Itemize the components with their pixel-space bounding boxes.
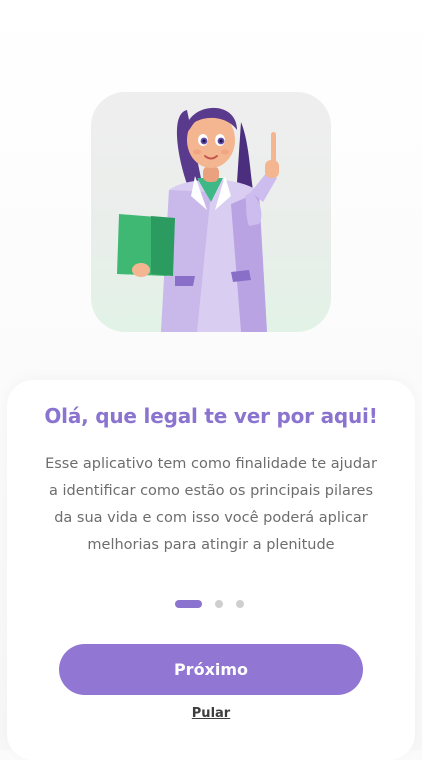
- page-dot[interactable]: [215, 599, 223, 608]
- doctor-woman-icon: [117, 107, 279, 332]
- page-dot[interactable]: [236, 599, 244, 608]
- next-button[interactable]: Próximo: [59, 644, 363, 695]
- onboarding-screen: Olá, que legal te ver por aqui! Esse apl…: [0, 0, 422, 760]
- content-sheet: [7, 380, 415, 760]
- page-dot-active[interactable]: [175, 599, 202, 608]
- skip-link[interactable]: Pular: [192, 706, 230, 721]
- skip-link-row: Pular: [0, 706, 422, 721]
- doctor-illustration: [91, 92, 331, 332]
- page-title: Olá, que legal te ver por aqui!: [44, 404, 378, 428]
- pagination-dots: [175, 599, 244, 608]
- description-text: Esse aplicativo tem como finalidade te a…: [45, 456, 377, 553]
